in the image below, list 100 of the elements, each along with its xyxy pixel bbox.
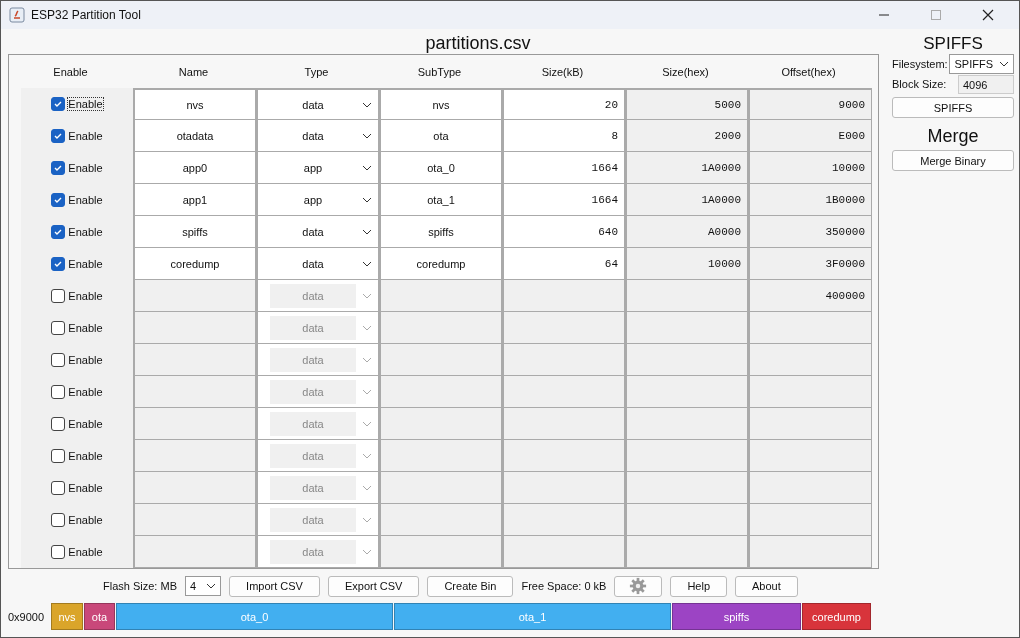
name-cell[interactable] bbox=[133, 504, 256, 536]
subtype-cell[interactable] bbox=[379, 408, 502, 440]
maximize-icon[interactable] bbox=[930, 9, 942, 21]
checkmark-icon bbox=[53, 195, 64, 205]
name-cell[interactable] bbox=[133, 536, 256, 568]
flash-size-dropdown[interactable]: 4 bbox=[184, 576, 222, 596]
subtype-cell[interactable]: spiffs bbox=[379, 216, 502, 248]
column-header: Size(kB) bbox=[540, 65, 585, 78]
partition-segment: nvs bbox=[51, 603, 83, 630]
name-cell[interactable] bbox=[133, 440, 256, 472]
subtype-cell[interactable] bbox=[379, 472, 502, 504]
subtype-cell[interactable] bbox=[379, 504, 502, 536]
size-cell[interactable]: 1664 bbox=[502, 152, 625, 184]
caret-icon bbox=[362, 196, 372, 203]
size-cell[interactable] bbox=[502, 376, 625, 408]
size-hex-cell: 5000 bbox=[625, 88, 748, 120]
size-cell[interactable]: 20 bbox=[502, 88, 625, 120]
name-cell[interactable] bbox=[133, 376, 256, 408]
caret-icon bbox=[362, 548, 372, 555]
subtype-cell[interactable] bbox=[379, 440, 502, 472]
subtype-cell[interactable] bbox=[379, 312, 502, 344]
subtype-cell[interactable]: ota_0 bbox=[379, 152, 502, 184]
size-cell[interactable] bbox=[502, 312, 625, 344]
size-cell[interactable] bbox=[502, 280, 625, 312]
partition-segment: coredump bbox=[802, 603, 871, 630]
size-hex-cell: 1A0000 bbox=[625, 152, 748, 184]
block-size-field[interactable]: 4096 bbox=[958, 74, 1014, 94]
name-cell[interactable]: app0 bbox=[133, 152, 256, 184]
subtype-cell[interactable]: ota bbox=[379, 120, 502, 152]
name-cell[interactable]: nvs bbox=[133, 88, 256, 120]
name-cell[interactable] bbox=[133, 280, 256, 312]
caret-icon bbox=[206, 583, 217, 589]
subtype-cell[interactable]: nvs bbox=[379, 88, 502, 120]
column-header: Name bbox=[177, 65, 210, 78]
size-cell[interactable] bbox=[502, 472, 625, 504]
caret-icon bbox=[362, 260, 372, 267]
size-cell[interactable] bbox=[502, 344, 625, 376]
name-cell[interactable]: otadata bbox=[133, 120, 256, 152]
subtype-cell[interactable]: ota_1 bbox=[379, 184, 502, 216]
size-cell[interactable] bbox=[502, 536, 625, 568]
checkmark-icon bbox=[53, 131, 64, 141]
settings-button[interactable] bbox=[614, 575, 663, 597]
offset-cell: 3F0000 bbox=[748, 248, 872, 280]
subtype-cell[interactable] bbox=[379, 280, 502, 312]
spiffs-button[interactable]: SPIFFS bbox=[892, 97, 1014, 118]
checkmark-icon bbox=[53, 259, 64, 269]
size-hex-cell: 2000 bbox=[625, 120, 748, 152]
import-csv-button[interactable]: Import CSV bbox=[229, 575, 320, 597]
subtype-cell[interactable] bbox=[379, 536, 502, 568]
merge-binary-button[interactable]: Merge Binary bbox=[892, 150, 1014, 171]
flash-size-label: Flash Size: MB bbox=[103, 580, 177, 592]
caret-icon bbox=[362, 388, 372, 395]
subtype-cell[interactable]: coredump bbox=[379, 248, 502, 280]
caret-icon bbox=[362, 101, 372, 108]
size-cell[interactable] bbox=[502, 408, 625, 440]
name-cell[interactable]: coredump bbox=[133, 248, 256, 280]
filesystem-dropdown[interactable]: SPIFFS bbox=[949, 54, 1014, 74]
size-cell[interactable]: 1664 bbox=[502, 184, 625, 216]
help-button[interactable]: Help bbox=[670, 575, 728, 597]
filesystem-label: Filesystem: bbox=[892, 58, 948, 70]
export-csv-button[interactable]: Export CSV bbox=[327, 575, 420, 597]
column-header: Offset(hex) bbox=[780, 65, 837, 78]
size-cell[interactable] bbox=[502, 504, 625, 536]
size-hex-cell: A0000 bbox=[625, 216, 748, 248]
block-size-label: Block Size: bbox=[892, 78, 947, 90]
size-cell[interactable]: 640 bbox=[502, 216, 625, 248]
name-cell[interactable]: app1 bbox=[133, 184, 256, 216]
offset-cell: 9000 bbox=[748, 88, 872, 120]
offset-cell: 1B0000 bbox=[748, 184, 872, 216]
caret-icon bbox=[362, 228, 372, 235]
offset-cell: 350000 bbox=[748, 216, 872, 248]
caret-icon bbox=[362, 356, 372, 363]
caret-icon bbox=[362, 164, 372, 171]
offset-cell: 400000 bbox=[748, 280, 872, 312]
size-cell[interactable]: 64 bbox=[502, 248, 625, 280]
subtype-cell[interactable] bbox=[379, 344, 502, 376]
caret-icon bbox=[362, 516, 372, 523]
about-button[interactable]: About bbox=[735, 575, 798, 597]
partition-segment: ota_0 bbox=[116, 603, 393, 630]
name-cell[interactable] bbox=[133, 408, 256, 440]
checkmark-icon bbox=[53, 227, 64, 237]
close-icon[interactable] bbox=[982, 9, 994, 21]
name-cell[interactable] bbox=[133, 472, 256, 504]
column-header: Size(hex) bbox=[661, 65, 710, 78]
caret-icon bbox=[362, 132, 372, 139]
size-cell[interactable]: 8 bbox=[502, 120, 625, 152]
create-bin-button[interactable]: Create Bin bbox=[427, 575, 514, 597]
column-header: SubType bbox=[416, 65, 463, 78]
subtype-cell[interactable] bbox=[379, 376, 502, 408]
partition-segment: ota bbox=[84, 603, 115, 630]
column-header: Enable bbox=[52, 65, 89, 78]
size-cell[interactable] bbox=[502, 440, 625, 472]
caret-icon bbox=[362, 292, 372, 299]
checkmark-icon bbox=[53, 163, 64, 173]
name-cell[interactable]: spiffs bbox=[133, 216, 256, 248]
window-title: ESP32 Partition Tool bbox=[31, 8, 141, 22]
settings-icon bbox=[629, 577, 648, 595]
name-cell[interactable] bbox=[133, 312, 256, 344]
name-cell[interactable] bbox=[133, 344, 256, 376]
caret-icon bbox=[362, 452, 372, 459]
